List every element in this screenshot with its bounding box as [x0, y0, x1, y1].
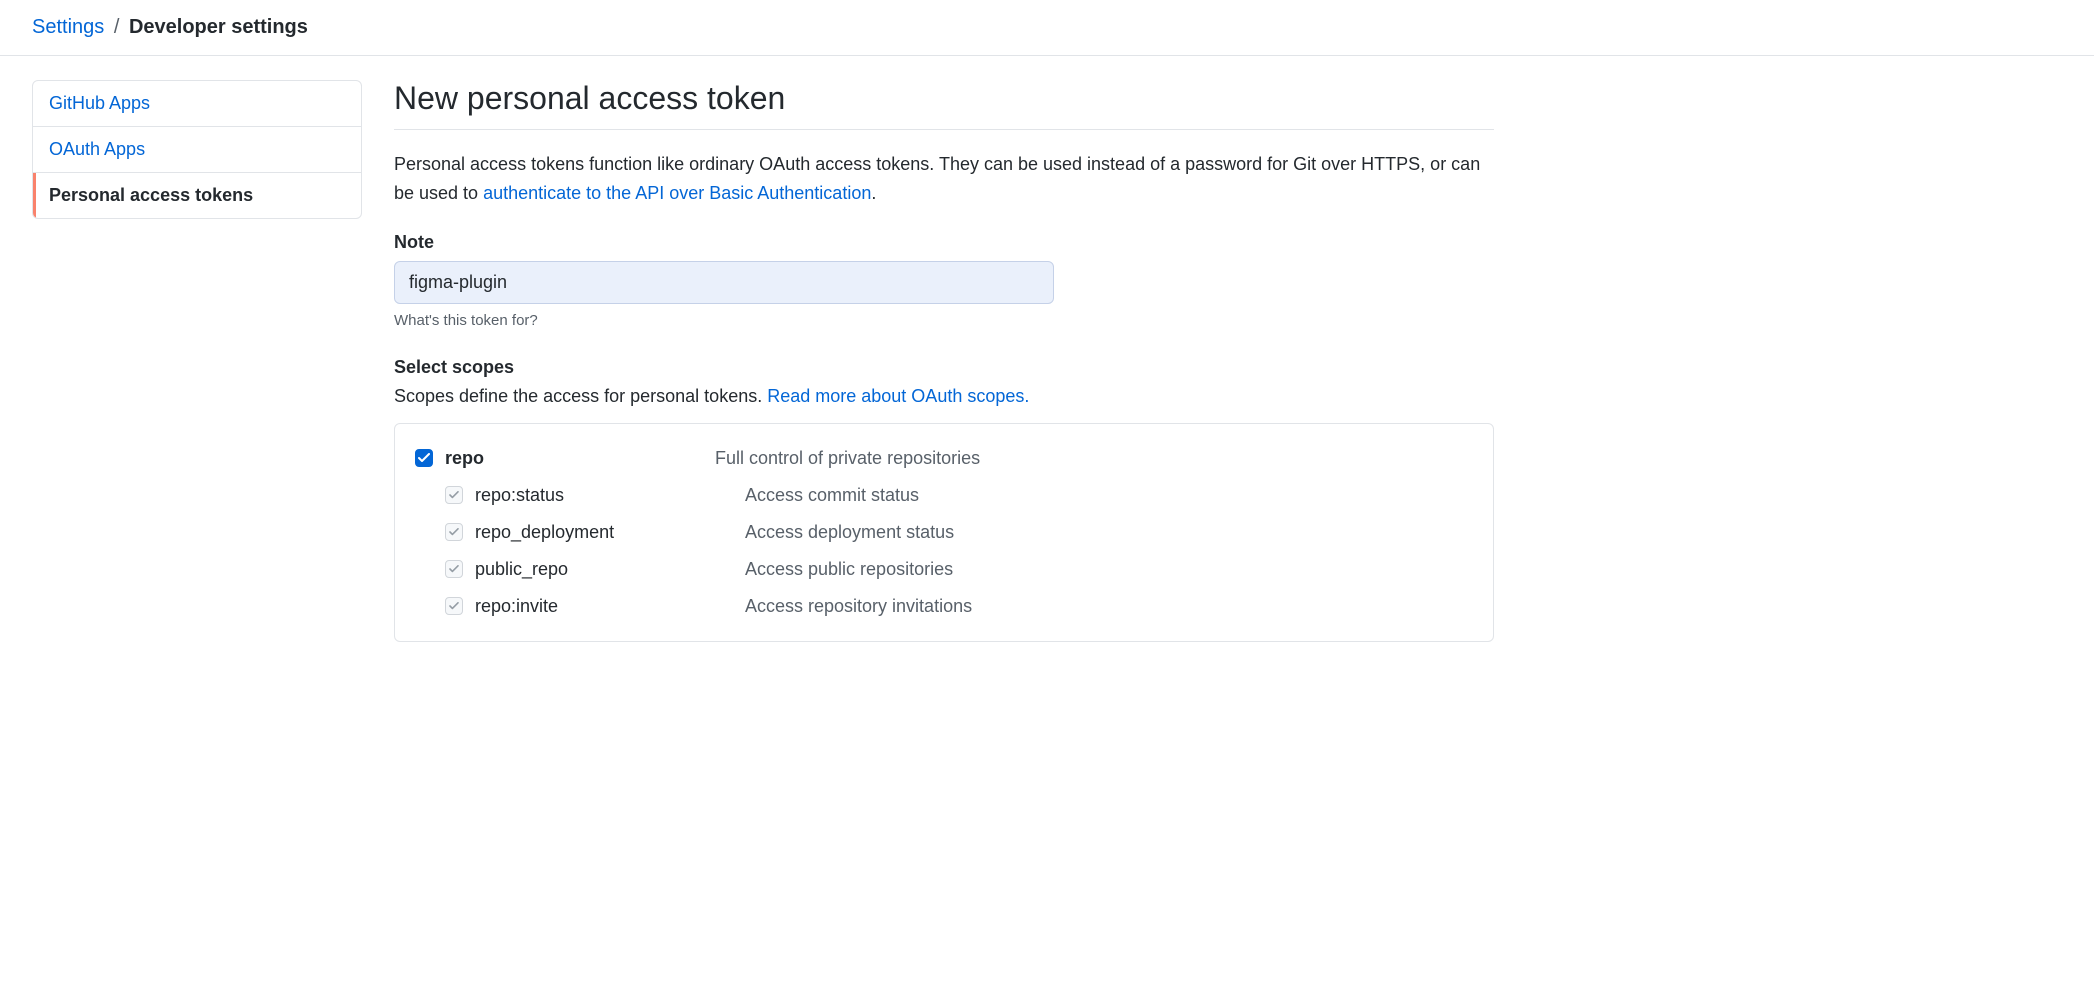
note-label: Note: [394, 232, 1494, 253]
scope-name-repo-invite: repo:invite: [475, 596, 745, 617]
scope-row-repo-invite: repo:invite Access repository invitation…: [415, 588, 1473, 625]
checkbox-public-repo[interactable]: [445, 560, 463, 578]
sidebar-item-github-apps[interactable]: GitHub Apps: [33, 81, 361, 127]
scope-row-repo-deployment: repo_deployment Access deployment status: [415, 514, 1473, 551]
scopes-label: Select scopes: [394, 357, 1494, 378]
check-icon: [418, 453, 430, 463]
checkbox-repo-status[interactable]: [445, 486, 463, 504]
checkbox-repo[interactable]: [415, 449, 433, 467]
note-hint: What's this token for?: [394, 312, 1494, 329]
note-input[interactable]: [394, 261, 1054, 304]
checkbox-repo-deployment[interactable]: [445, 523, 463, 541]
intro-auth-link[interactable]: authenticate to the API over Basic Authe…: [483, 183, 871, 203]
intro-text-after: .: [871, 183, 876, 203]
sidebar-item-personal-access-tokens[interactable]: Personal access tokens: [33, 173, 361, 218]
scopes-intro: Scopes define the access for personal to…: [394, 386, 1494, 407]
sidebar-item-oauth-apps[interactable]: OAuth Apps: [33, 127, 361, 173]
page-title: New personal access token: [394, 80, 1494, 130]
scope-desc-repo-invite: Access repository invitations: [745, 596, 972, 617]
check-icon: [449, 565, 459, 573]
sidebar: GitHub Apps OAuth Apps Personal access t…: [32, 80, 362, 642]
scope-desc-repo-deployment: Access deployment status: [745, 522, 954, 543]
check-icon: [449, 528, 459, 536]
scopes-intro-before: Scopes define the access for personal to…: [394, 386, 767, 406]
scope-name-public-repo: public_repo: [475, 559, 745, 580]
breadcrumb-current: Developer settings: [129, 16, 308, 38]
check-icon: [449, 491, 459, 499]
scope-name-repo: repo: [445, 448, 715, 469]
intro-text: Personal access tokens function like ord…: [394, 150, 1494, 208]
scope-row-repo-status: repo:status Access commit status: [415, 477, 1473, 514]
breadcrumb-settings-link[interactable]: Settings: [32, 16, 104, 38]
scope-name-repo-deployment: repo_deployment: [475, 522, 745, 543]
breadcrumb-separator: /: [114, 16, 120, 38]
scopes-box: repo Full control of private repositorie…: [394, 423, 1494, 642]
scope-desc-repo-status: Access commit status: [745, 485, 919, 506]
checkbox-repo-invite[interactable]: [445, 597, 463, 615]
check-icon: [449, 602, 459, 610]
scopes-intro-link[interactable]: Read more about OAuth scopes.: [767, 386, 1029, 406]
scope-desc-public-repo: Access public repositories: [745, 559, 953, 580]
breadcrumb: Settings / Developer settings: [0, 0, 2094, 56]
main-content: New personal access token Personal acces…: [394, 80, 1494, 642]
scope-row-public-repo: public_repo Access public repositories: [415, 551, 1473, 588]
sidebar-nav: GitHub Apps OAuth Apps Personal access t…: [32, 80, 362, 219]
scope-desc-repo: Full control of private repositories: [715, 448, 980, 469]
scope-name-repo-status: repo:status: [475, 485, 745, 506]
scope-row-repo: repo Full control of private repositorie…: [415, 440, 1473, 477]
